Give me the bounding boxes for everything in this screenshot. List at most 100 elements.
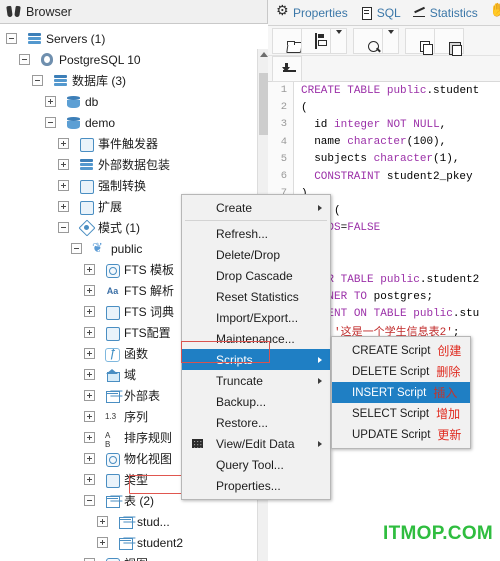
line-number: 6 (268, 167, 294, 186)
menu-item-refresh[interactable]: Refresh... (182, 223, 330, 244)
menu-item-view-edit-data[interactable]: View/Edit Data (182, 433, 330, 454)
menu-item-reset-statistics[interactable]: Reset Statistics (182, 286, 330, 307)
tables-icon (105, 494, 120, 508)
expand-icon[interactable] (84, 285, 95, 296)
scroll-up-arrow-icon[interactable] (260, 52, 268, 57)
expand-icon[interactable] (84, 264, 95, 275)
expand-icon[interactable] (58, 138, 69, 149)
code-text[interactable]: CREATE TABLE public.student (294, 85, 479, 97)
open-file-button[interactable] (272, 27, 302, 54)
collapse-icon[interactable] (58, 222, 69, 233)
chevron-down-icon (335, 29, 342, 48)
expand-icon[interactable] (58, 159, 69, 170)
hand-icon (490, 2, 500, 19)
tree-connector (97, 458, 105, 459)
scripts-submenu[interactable]: CREATE Script 创建 DELETE Script 删除 INSERT Scr… (331, 336, 471, 449)
database-icon (66, 116, 81, 130)
expand-icon[interactable] (58, 201, 69, 212)
tab-properties[interactable]: Properties (276, 2, 348, 20)
expand-icon[interactable] (84, 411, 95, 422)
expand-icon[interactable] (97, 516, 108, 527)
expand-icon[interactable] (84, 348, 95, 359)
menu-item-label: Drop Cascade (216, 268, 293, 283)
save-file-button[interactable] (301, 27, 331, 54)
tree-connector (97, 374, 105, 375)
menu-item-restore[interactable]: Restore... (182, 412, 330, 433)
paste-button[interactable] (434, 27, 464, 54)
menu-item-backup[interactable]: Backup... (182, 391, 330, 412)
expand-icon[interactable] (84, 306, 95, 317)
collapse-icon[interactable] (6, 33, 17, 44)
tree-item-label: FTS 词典 (124, 305, 174, 319)
code-text[interactable]: subjects character(1), (294, 153, 459, 165)
tree-item-[interactable]: 事件触发器 (0, 133, 268, 154)
find-dropdown-button[interactable] (382, 27, 399, 54)
menu-item-maintenance[interactable]: Maintenance... (182, 328, 330, 349)
collapse-icon[interactable] (32, 75, 43, 86)
submenu-item-update-script[interactable]: UPDATE Script 更新 (332, 424, 470, 445)
tree-item-student2[interactable]: student2 (0, 532, 268, 553)
menu-item-import-export[interactable]: Import/Export... (182, 307, 330, 328)
tab-more[interactable] (490, 2, 500, 19)
tree-item-[interactable]: 强制转换 (0, 175, 268, 196)
expand-icon[interactable] (45, 96, 56, 107)
submenu-item-label: UPDATE Script (352, 428, 431, 441)
tree-item-demo[interactable]: demo (0, 112, 268, 133)
code-text[interactable]: id integer NOT NULL, (294, 119, 446, 131)
submenu-item-create-script[interactable]: CREATE Script 创建 (332, 340, 470, 361)
menu-item-label: Import/Export... (216, 310, 299, 325)
find-button[interactable] (353, 27, 383, 54)
menu-item-create[interactable]: Create (182, 197, 330, 218)
tree-connector (71, 143, 79, 144)
expand-icon[interactable] (58, 180, 69, 191)
code-text[interactable]: CONSTRAINT student2_pkey (294, 171, 472, 183)
menu-item-scripts[interactable]: Scripts (182, 349, 330, 370)
collapse-icon[interactable] (84, 495, 95, 506)
menu-item-drop-cascade[interactable]: Drop Cascade (182, 265, 330, 286)
submenu-item-insert-script[interactable]: INSERT Script 插入 (332, 382, 470, 403)
submenu-item-select-script[interactable]: SELECT Script 增加 (332, 403, 470, 424)
expand-icon[interactable] (84, 432, 95, 443)
collapse-icon[interactable] (71, 243, 82, 254)
expand-icon[interactable] (84, 327, 95, 338)
collapse-icon[interactable] (19, 54, 30, 65)
expand-icon[interactable] (84, 453, 95, 464)
expand-icon[interactable] (97, 537, 108, 548)
type-icon (105, 473, 120, 488)
tree-item-label: 类型 (124, 473, 149, 487)
tree-item-servers-1[interactable]: Servers (1) (0, 28, 268, 49)
expand-icon[interactable] (84, 390, 95, 401)
menu-item-delete-drop[interactable]: Delete/Drop (182, 244, 330, 265)
menu-item-query-tool[interactable]: Query Tool... (182, 454, 330, 475)
collapse-icon[interactable] (45, 117, 56, 128)
menu-item-truncate[interactable]: Truncate (182, 370, 330, 391)
event-trigger-icon (79, 137, 94, 152)
tree-item-label: 视图 (124, 555, 152, 561)
tree-item-postgresql-10[interactable]: PostgreSQL 10 (0, 49, 268, 70)
copy-button[interactable] (405, 27, 435, 54)
submenu-item-delete-script[interactable]: DELETE Script 删除 (332, 361, 470, 382)
menu-item-label: Truncate (216, 373, 263, 388)
tree-item-3[interactable]: 数据库 (3) (0, 70, 268, 91)
code-text[interactable]: ( (294, 102, 308, 114)
tree-connector (110, 521, 118, 522)
tree-connector (32, 59, 40, 60)
scrollbar-thumb[interactable] (259, 73, 268, 135)
download-button[interactable] (272, 55, 302, 82)
code-text[interactable]: name character(100), (294, 136, 446, 148)
tree-item-stud[interactable]: stud... (0, 511, 268, 532)
context-menu[interactable]: Create Refresh... Delete/Drop Drop Cascade R… (181, 194, 331, 500)
tab-statistics[interactable]: Statistics (412, 6, 478, 20)
expand-icon[interactable] (84, 474, 95, 485)
tab-sql[interactable]: SQL (360, 6, 401, 20)
grid-icon (192, 438, 204, 449)
fts-template-icon (105, 263, 120, 278)
submenu-item-label: DELETE Script (352, 365, 430, 378)
expand-icon[interactable] (84, 369, 95, 380)
tree-item-[interactable]: 视图 (0, 553, 268, 561)
save-dropdown-button[interactable] (330, 27, 347, 54)
tree-item-[interactable]: 外部数据包装 (0, 154, 268, 175)
menu-item-properties[interactable]: Properties... (182, 475, 330, 496)
tree-connector (97, 332, 105, 333)
tree-item-db[interactable]: db (0, 91, 268, 112)
